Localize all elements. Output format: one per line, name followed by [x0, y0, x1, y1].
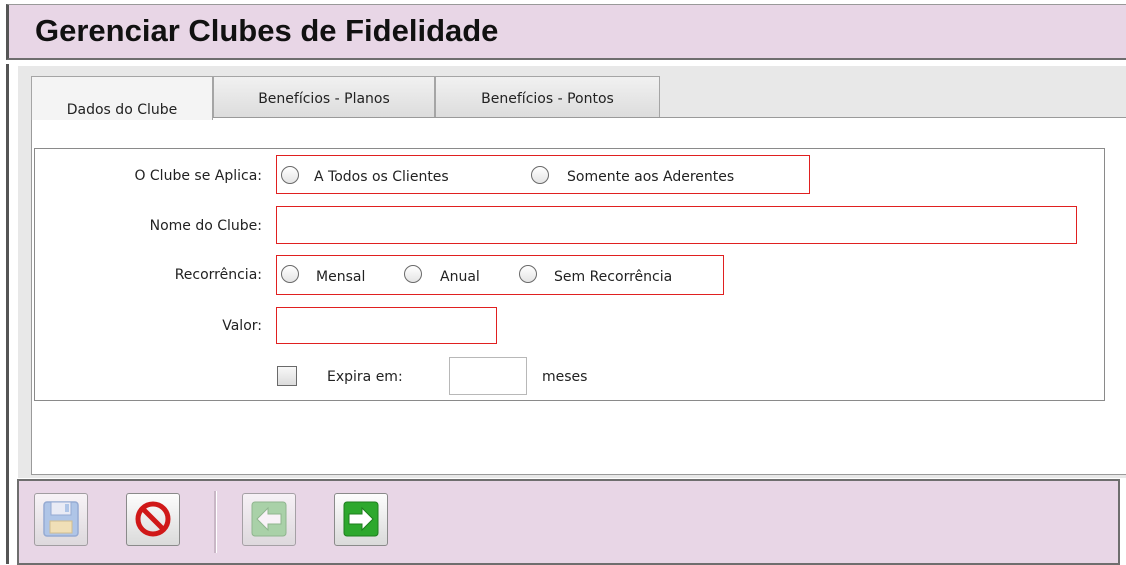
cancel-button[interactable]	[126, 493, 180, 546]
radio-todos-os-clientes[interactable]	[281, 166, 299, 184]
option-todos-os-clientes[interactable]: A Todos os Clientes	[314, 169, 449, 185]
tab-beneficios-planos[interactable]: Benefícios - Planos	[213, 76, 435, 118]
tab-dados-do-clube[interactable]: Dados do Clube	[31, 76, 213, 120]
action-toolbar	[17, 479, 1120, 565]
tab-label: Dados do Clube	[66, 102, 178, 118]
radio-mensal[interactable]	[281, 265, 299, 283]
tab-label: Benefícios - Pontos	[481, 91, 614, 107]
nome-do-clube-input[interactable]	[276, 206, 1077, 244]
next-button[interactable]	[334, 493, 388, 546]
option-somente-aderentes[interactable]: Somente aos Aderentes	[567, 169, 734, 185]
option-anual[interactable]: Anual	[440, 269, 480, 285]
tab-label: Benefícios - Planos	[258, 91, 390, 107]
nome-label: Nome do Clube:	[149, 218, 262, 234]
tab-beneficios-pontos[interactable]: Benefícios - Pontos	[435, 76, 660, 118]
valor-label: Valor:	[222, 318, 262, 334]
cancel-icon	[135, 501, 171, 537]
page-title: Gerenciar Clubes de Fidelidade	[35, 13, 499, 48]
radio-sem-recorrencia[interactable]	[519, 265, 537, 283]
valor-input[interactable]	[276, 307, 497, 344]
expira-label: Expira em:	[327, 369, 403, 385]
previous-button[interactable]	[242, 493, 296, 546]
radio-anual[interactable]	[404, 265, 422, 283]
option-sem-recorrencia[interactable]: Sem Recorrência	[554, 269, 672, 285]
expira-checkbox[interactable]	[277, 366, 297, 386]
meses-label: meses	[542, 369, 588, 385]
toolbar-separator	[214, 491, 217, 553]
save-icon	[43, 501, 79, 537]
arrow-right-icon	[343, 501, 379, 537]
radio-somente-aderentes[interactable]	[531, 166, 549, 184]
arrow-left-icon	[251, 501, 287, 537]
aplica-label: O Clube se Aplica:	[134, 168, 262, 184]
option-mensal[interactable]: Mensal	[316, 269, 365, 285]
save-button[interactable]	[34, 493, 88, 546]
expira-meses-input[interactable]	[449, 357, 527, 395]
title-bar: Gerenciar Clubes de Fidelidade	[6, 4, 1126, 60]
recorrencia-label: Recorrência:	[174, 267, 262, 283]
